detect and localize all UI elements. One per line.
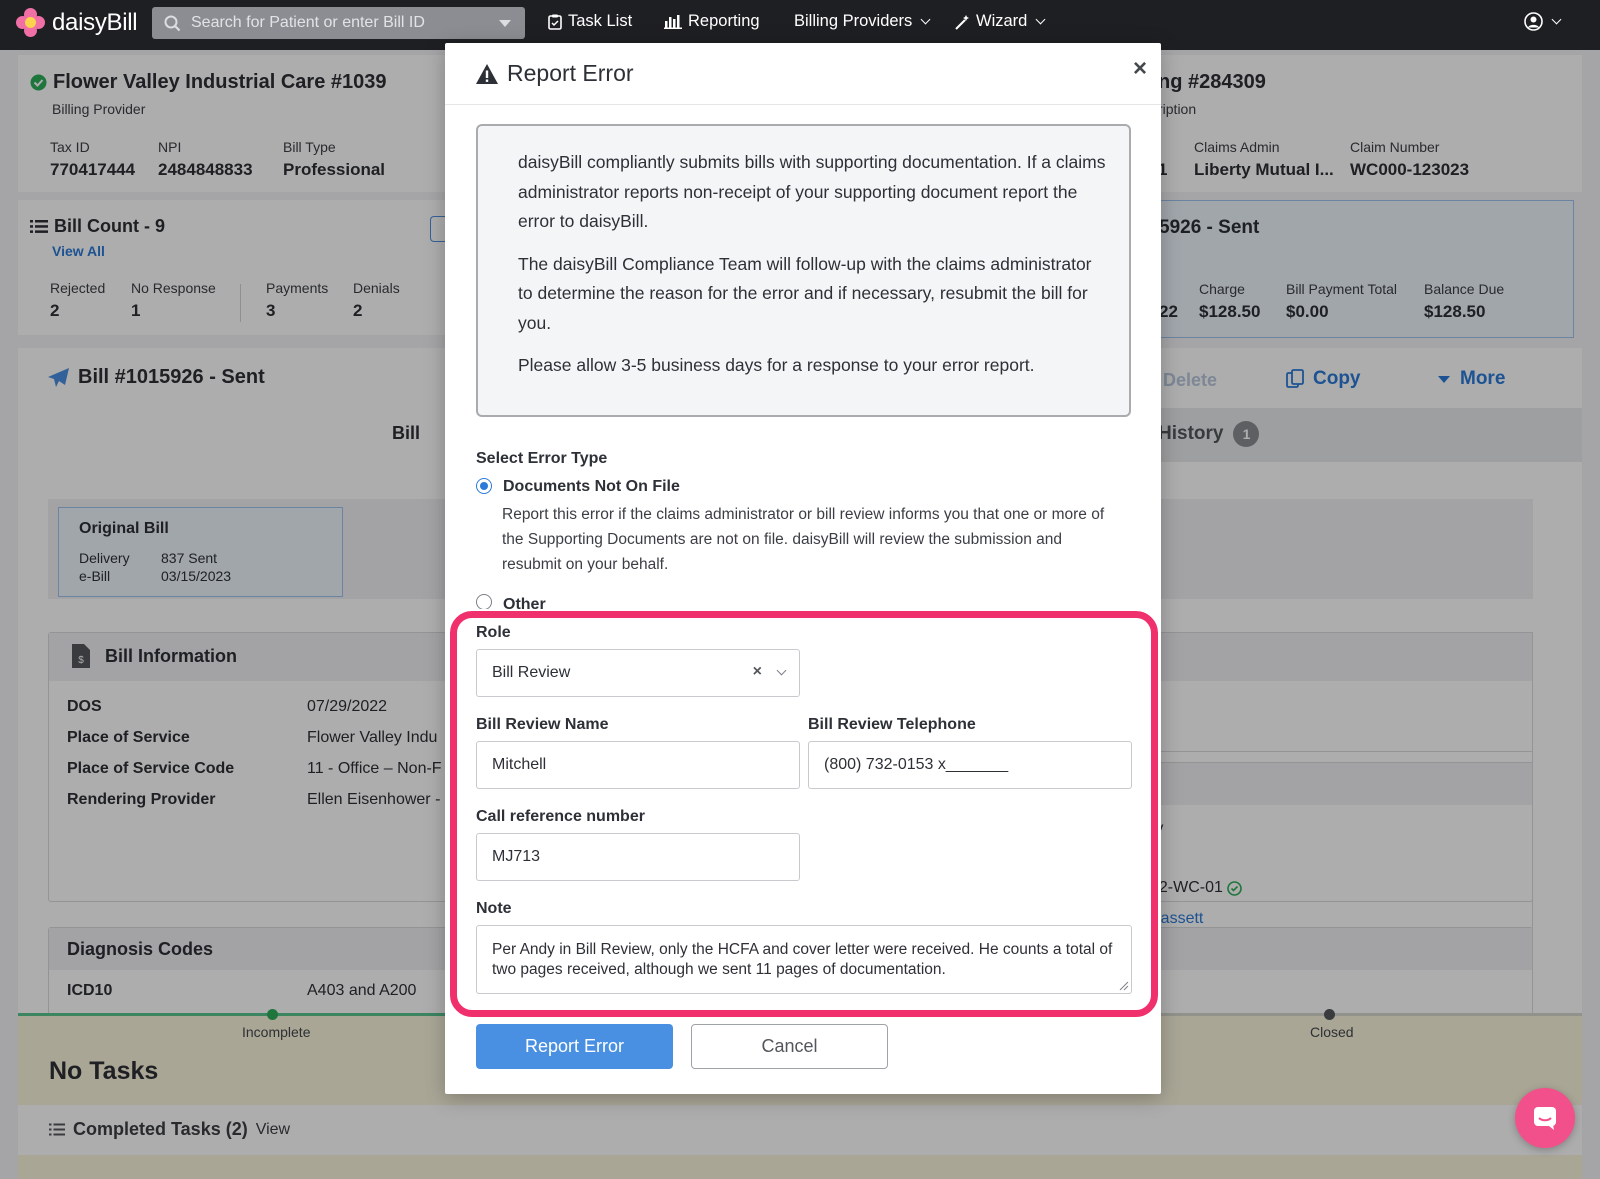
bill-review-name-label: Bill Review Name xyxy=(476,716,609,733)
select-error-type-label: Select Error Type xyxy=(476,450,608,467)
call-reference-number-label: Call reference number xyxy=(476,808,645,825)
chat-icon xyxy=(1534,1107,1556,1130)
nav-reporting[interactable]: Reporting xyxy=(664,12,760,31)
nav-task-list-label: Task List xyxy=(568,12,633,30)
nav-billing-providers[interactable]: Billing Providers xyxy=(794,12,931,31)
info-box: daisyBill compliantly submits bills with… xyxy=(476,124,1131,417)
report-error-button[interactable]: Report Error xyxy=(476,1024,673,1069)
nav-task-list[interactable]: Task List xyxy=(548,12,632,31)
modal-title: Report Error xyxy=(507,60,634,86)
role-selected-value: Bill Review xyxy=(492,664,571,681)
info-paragraph-3: Please allow 3-5 business days for a res… xyxy=(518,355,1035,375)
note-label: Note xyxy=(476,900,512,917)
radio-documents-not-on-file[interactable] xyxy=(476,478,492,494)
daisybill-logo[interactable]: daisyBill xyxy=(16,8,138,38)
bill-review-telephone-label: Bill Review Telephone xyxy=(808,716,976,733)
cancel-button[interactable]: Cancel xyxy=(691,1024,888,1069)
search-box[interactable] xyxy=(152,7,525,39)
user-avatar-icon xyxy=(1524,12,1543,31)
daisy-flower-icon xyxy=(16,8,46,38)
chevron-down-icon xyxy=(1035,14,1046,25)
search-input[interactable] xyxy=(191,14,491,32)
clear-selection-icon[interactable]: × xyxy=(753,663,762,681)
bar-chart-icon xyxy=(664,15,682,29)
chevron-down-icon xyxy=(1551,14,1562,25)
chat-launcher[interactable] xyxy=(1515,1088,1575,1148)
role-select[interactable]: Bill Review × xyxy=(476,649,800,697)
option-documents-not-on-file-description: Report this error if the claims administ… xyxy=(502,506,1105,573)
close-icon[interactable]: × xyxy=(1133,55,1147,83)
modal-header: Report Error xyxy=(445,43,1161,105)
search-dropdown-caret-icon[interactable] xyxy=(499,20,511,27)
chevron-down-icon xyxy=(920,14,931,25)
note-textarea[interactable]: Per Andy in Bill Review, only the HCFA a… xyxy=(476,925,1132,994)
nav-wizard-label: Wizard xyxy=(976,12,1028,30)
info-paragraph-2: The daisyBill Compliance Team will follo… xyxy=(518,253,1092,333)
search-icon xyxy=(164,15,181,31)
report-error-modal: Report Error × daisyBill compliantly sub… xyxy=(445,43,1161,1094)
call-reference-number-input[interactable] xyxy=(476,833,800,881)
clipboard-icon xyxy=(548,14,562,30)
bill-review-telephone-input[interactable] xyxy=(808,741,1132,789)
chevron-down-icon[interactable] xyxy=(776,665,787,676)
bill-review-name-input[interactable] xyxy=(476,741,800,789)
magic-wand-icon xyxy=(955,14,969,30)
option-documents-not-on-file-label[interactable]: Documents Not On File xyxy=(503,478,680,496)
nav-billing-providers-label: Billing Providers xyxy=(794,12,913,30)
warning-icon xyxy=(476,63,498,84)
user-menu[interactable] xyxy=(1524,12,1562,31)
nav-wizard[interactable]: Wizard xyxy=(954,12,1046,31)
nav-reporting-label: Reporting xyxy=(688,12,760,30)
radio-other[interactable] xyxy=(476,594,492,610)
logo-text: daisyBill xyxy=(52,9,138,36)
info-paragraph-1: daisyBill compliantly submits bills with… xyxy=(518,152,1106,231)
role-label: Role xyxy=(476,624,511,641)
resize-handle-icon[interactable] xyxy=(1118,980,1129,991)
